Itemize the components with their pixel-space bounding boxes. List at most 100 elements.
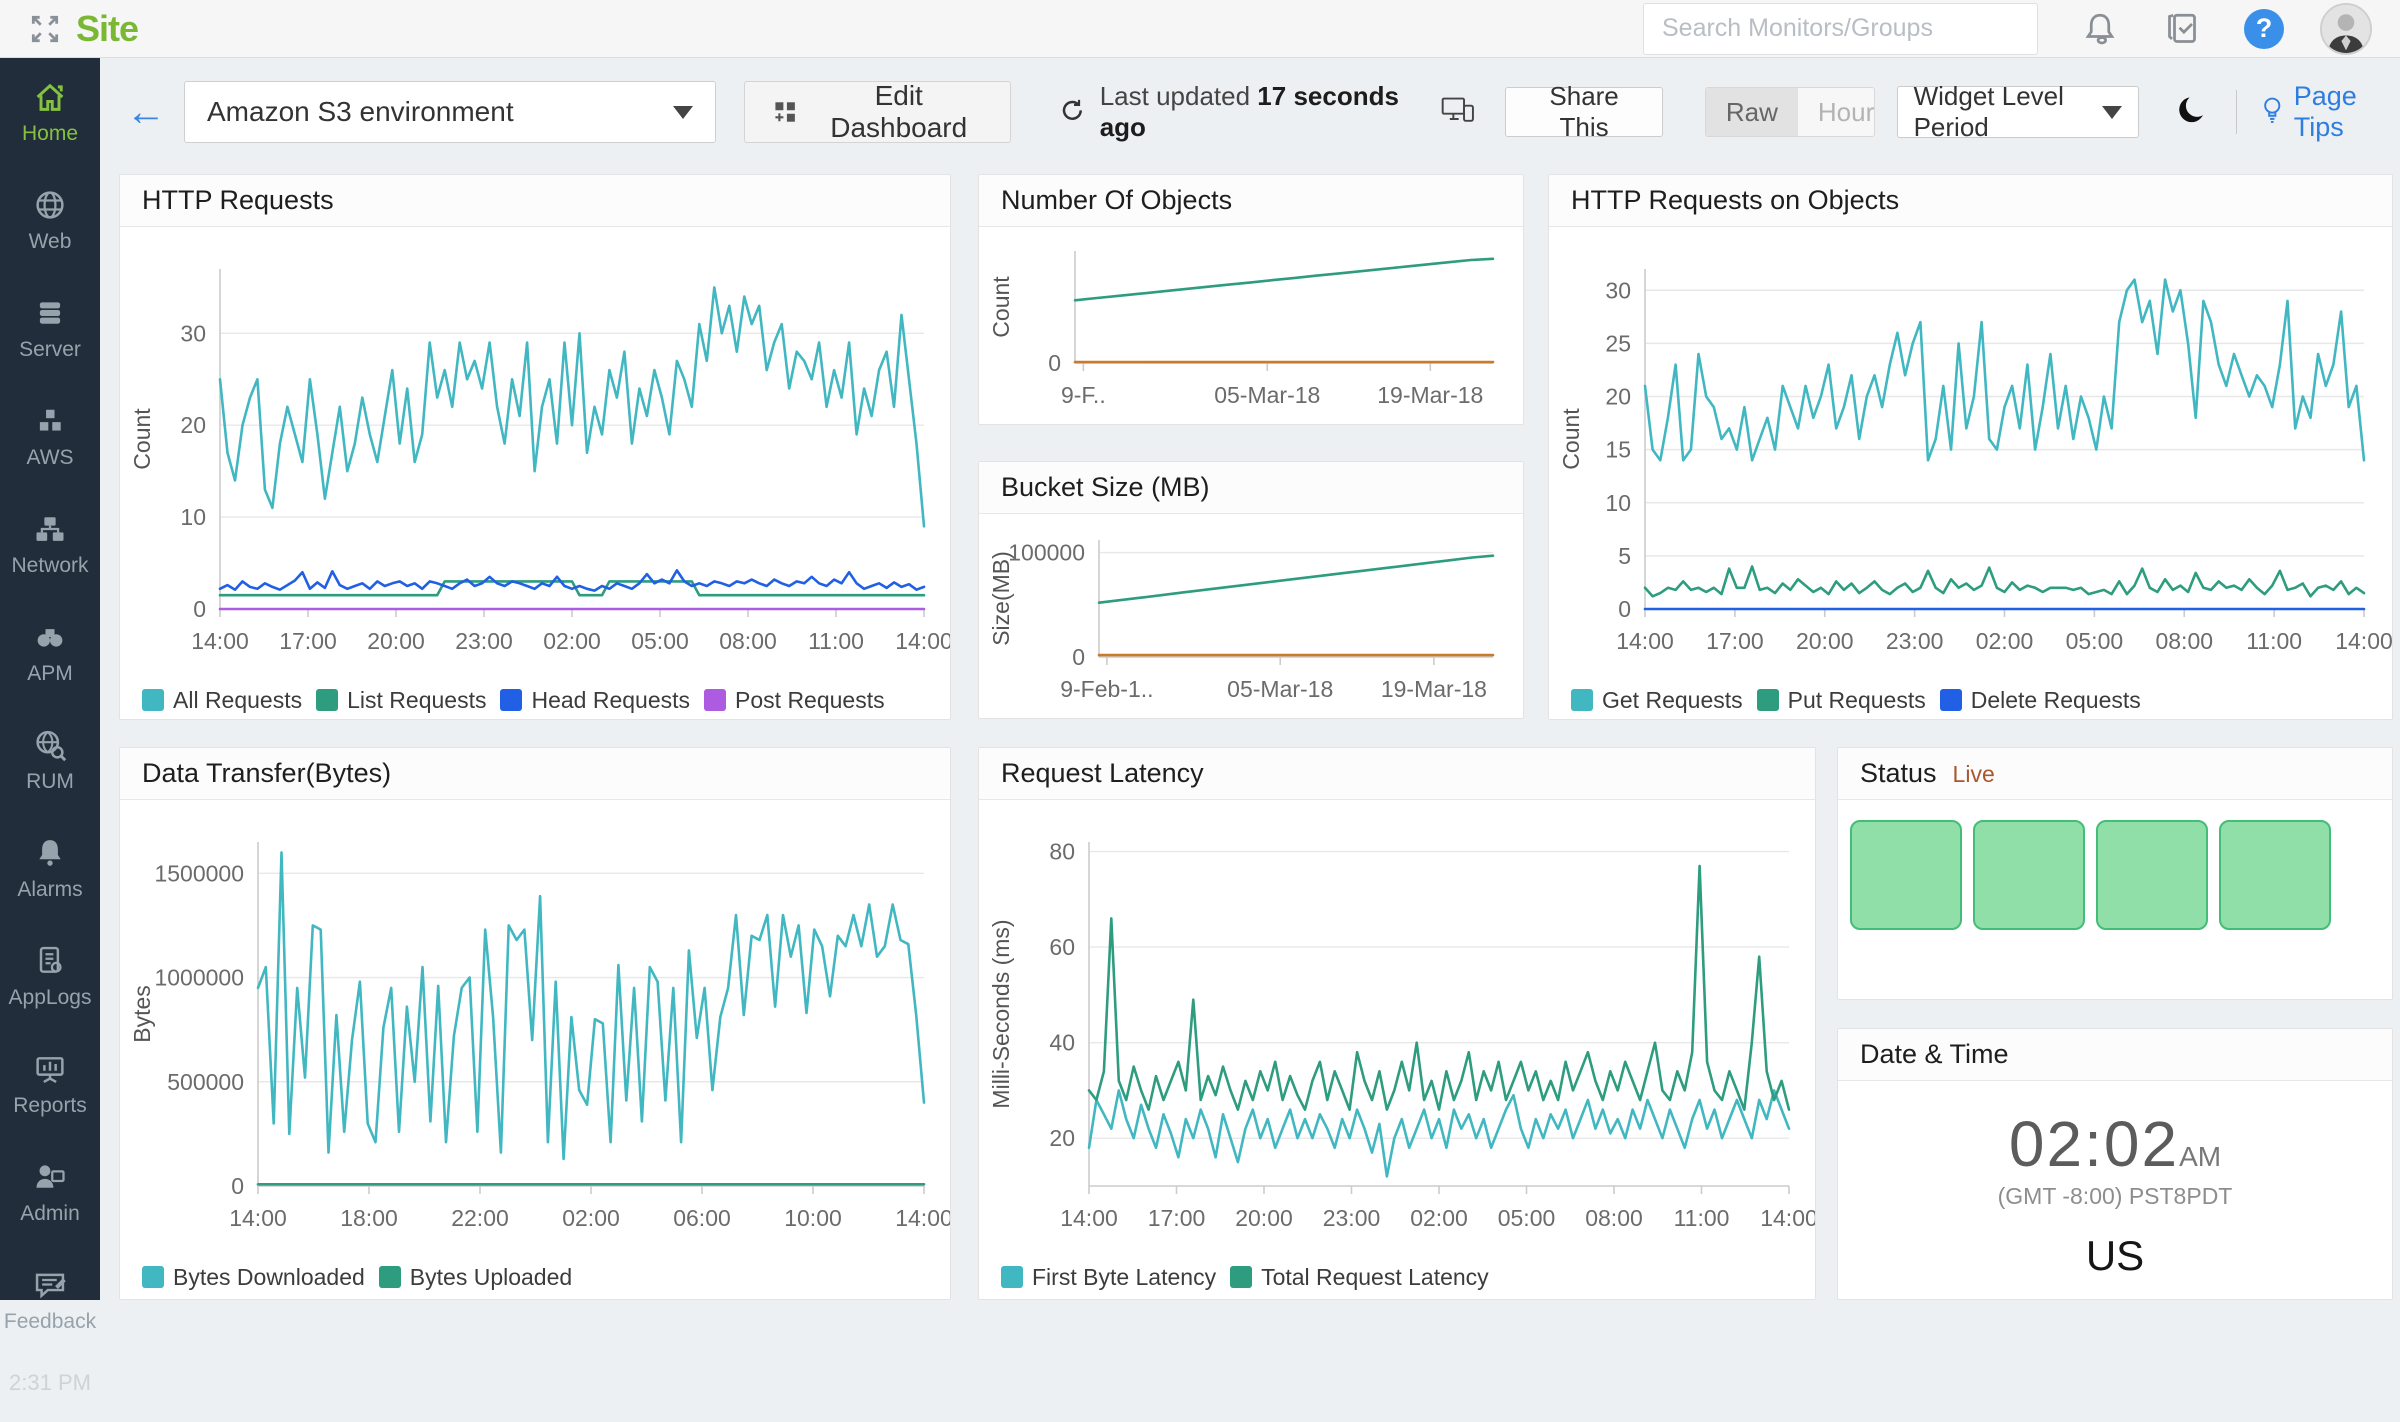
sidebar-item-label: Feedback <box>4 1310 96 1334</box>
svg-text:19-Mar-18: 19-Mar-18 <box>1381 676 1487 702</box>
svg-text:9-F..: 9-F.. <box>1061 382 1106 408</box>
search-input[interactable] <box>1643 3 2038 55</box>
dashboard-select-value: Amazon S3 environment <box>207 96 514 128</box>
page-tips-link[interactable]: Page Tips <box>2259 81 2400 143</box>
legend-label: Head Requests <box>531 687 690 714</box>
legend-item[interactable]: Post Requests <box>704 687 885 714</box>
svg-text:15: 15 <box>1605 437 1631 463</box>
sidebar-item-admin[interactable]: Admin <box>0 1138 100 1246</box>
legend-item[interactable]: Bytes Downloaded <box>142 1264 365 1291</box>
svg-text:19-Mar-18: 19-Mar-18 <box>1377 382 1483 408</box>
status-monitor-box[interactable] <box>2096 820 2208 930</box>
svg-text:20: 20 <box>180 412 206 438</box>
svg-text:80: 80 <box>1049 839 1075 865</box>
legend-swatch <box>1571 689 1593 711</box>
svg-text:30: 30 <box>1605 277 1631 303</box>
top-header: Site ? <box>0 0 2400 58</box>
sidebar-item-label: Web <box>29 230 72 254</box>
sidebar-item-applogs[interactable]: AppLogs <box>0 922 100 1030</box>
legend-item[interactable]: Bytes Uploaded <box>379 1264 572 1291</box>
edit-dashboard-label: Edit Dashboard <box>813 80 984 144</box>
http-requests-card: HTTP Requests 0102030Count14:0017:0020:0… <box>119 174 951 720</box>
sidebar-item-reports[interactable]: Reports <box>0 1030 100 1138</box>
legend-item[interactable]: All Requests <box>142 687 302 714</box>
legend-swatch <box>704 689 726 711</box>
legend-item[interactable]: First Byte Latency <box>1001 1264 1216 1291</box>
sidebar-item-rum[interactable]: RUM <box>0 706 100 814</box>
clock-region: US <box>1838 1232 2392 1280</box>
legend-item[interactable]: Get Requests <box>1571 687 1743 714</box>
card-title: Data Transfer(Bytes) <box>120 748 950 800</box>
notifications-bell-icon[interactable] <box>2080 9 2120 49</box>
help-icon[interactable]: ? <box>2244 9 2284 49</box>
sidebar-item-network[interactable]: Network <box>0 490 100 598</box>
svg-text:60: 60 <box>1049 934 1075 960</box>
svg-text:08:00: 08:00 <box>1585 1205 1643 1231</box>
svg-text:11:00: 11:00 <box>808 628 864 654</box>
legend-item[interactable]: Total Request Latency <box>1230 1264 1489 1291</box>
site24x7-logo[interactable]: Site <box>76 8 138 50</box>
raw-toggle-option[interactable]: Raw <box>1706 88 1798 136</box>
sidebar-item-label: RUM <box>26 770 74 794</box>
sidebar-item-home[interactable]: Home <box>0 58 100 166</box>
svg-text:10:00: 10:00 <box>784 1205 842 1231</box>
legend-swatch <box>1230 1266 1252 1288</box>
sidebar-item-aws[interactable]: AWS <box>0 382 100 490</box>
tasks-icon[interactable] <box>2162 9 2202 49</box>
legend-swatch <box>142 689 164 711</box>
status-monitor-box[interactable] <box>2219 820 2331 930</box>
svg-text:20:00: 20:00 <box>1235 1205 1293 1231</box>
svg-text:14:00: 14:00 <box>1760 1205 1815 1231</box>
bucket-size-card: Bucket Size (MB) 0100000Size(MB)9-Feb-1.… <box>978 461 1524 719</box>
back-arrow-icon[interactable]: ← <box>126 92 166 132</box>
bucket-size-chart: 0100000Size(MB)9-Feb-1..05-Mar-1819-Mar-… <box>979 514 1523 713</box>
aws-icon <box>32 403 68 439</box>
date-time-body: 02:02AM (GMT -8:00) PST8PDT US 23 Mar 20… <box>1838 1081 2392 1300</box>
card-title: Number Of Objects <box>979 175 1523 227</box>
alarms-icon <box>32 835 68 871</box>
sidebar-item-web[interactable]: Web <box>0 166 100 274</box>
sidebar-item-feedback[interactable]: Feedback <box>0 1246 100 1354</box>
dashboard-select[interactable]: Amazon S3 environment <box>184 81 716 143</box>
svg-text:20:00: 20:00 <box>1796 628 1854 654</box>
legend-item[interactable]: Delete Requests <box>1940 687 2141 714</box>
sidebar-nav: Home Web Server AWSNetworkAPM RUM AlarmsAppLo… <box>0 58 100 1300</box>
status-monitor-box[interactable] <box>1973 820 2085 930</box>
data-transfer-legend: Bytes Downloaded Bytes Uploaded <box>120 1255 950 1299</box>
sidebar-item-label: Server <box>19 338 81 362</box>
server-icon <box>32 295 68 331</box>
legend-item[interactable]: Head Requests <box>500 687 690 714</box>
status-monitor-box[interactable] <box>1850 820 1962 930</box>
sidebar-item-alarms[interactable]: Alarms <box>0 814 100 922</box>
request-latency-chart: 20406080Milli-Seconds (ms)14:0017:0020:0… <box>979 800 1815 1250</box>
legend-item[interactable]: Put Requests <box>1757 687 1926 714</box>
sidebar-item-server[interactable]: Server <box>0 274 100 382</box>
refresh-icon[interactable] <box>1059 97 1086 127</box>
edit-dashboard-button[interactable]: Edit Dashboard <box>744 81 1011 143</box>
http-requests-legend: All Requests List Requests Head Requests Po… <box>120 678 950 720</box>
svg-text:9-Feb-1..: 9-Feb-1.. <box>1060 676 1153 702</box>
dark-mode-moon-icon[interactable] <box>2173 91 2210 133</box>
widget-level-period-select[interactable]: Widget Level Period <box>1897 86 2139 138</box>
share-this-button[interactable]: Share This <box>1505 87 1663 137</box>
svg-text:05:00: 05:00 <box>2066 628 2124 654</box>
hour-toggle-option[interactable]: Hour <box>1798 88 1875 136</box>
svg-text:0: 0 <box>1072 644 1085 670</box>
svg-text:30: 30 <box>180 320 206 346</box>
reports-icon <box>32 1051 68 1087</box>
devices-icon[interactable] <box>1440 95 1476 129</box>
number-of-objects-chart: 0Count9-F..05-Mar-1819-Mar-18 <box>979 227 1523 419</box>
clock-meridiem: AM <box>2179 1141 2221 1172</box>
user-avatar[interactable] <box>2320 3 2372 55</box>
sidebar-item-apm[interactable]: APM <box>0 598 100 706</box>
svg-text:14:00: 14:00 <box>2335 628 2392 654</box>
svg-text:11:00: 11:00 <box>1674 1205 1730 1231</box>
date-time-card: Date & Time 02:02AM (GMT -8:00) PST8PDT … <box>1837 1028 2393 1300</box>
card-title: Status Live <box>1838 748 2392 800</box>
legend-item[interactable]: List Requests <box>316 687 486 714</box>
svg-text:02:00: 02:00 <box>543 628 601 654</box>
svg-text:0: 0 <box>1048 350 1061 376</box>
svg-text:14:00: 14:00 <box>895 628 950 654</box>
expand-icon[interactable] <box>28 12 62 46</box>
legend-label: Delete Requests <box>1971 687 2141 714</box>
